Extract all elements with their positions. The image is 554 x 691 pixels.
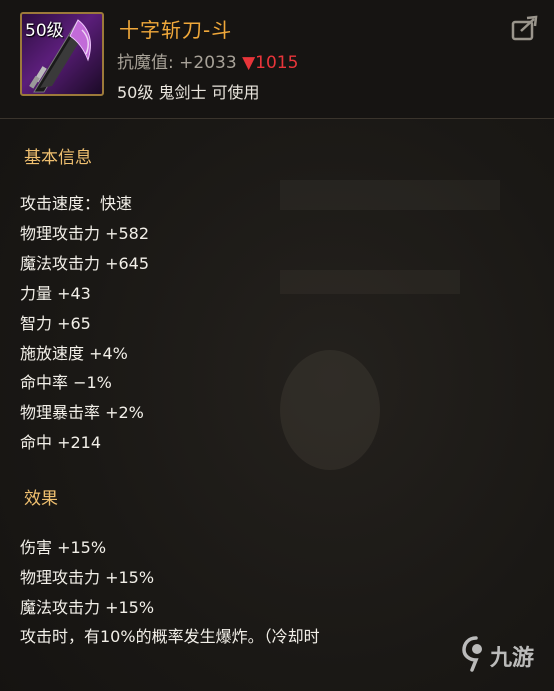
item-tooltip: 50级 十字斩刀-斗 抗魔值: +2033 ▼1015 50级 鬼剑士 可使用 … [0, 0, 554, 691]
tooltip-header: 50级 十字斩刀-斗 抗魔值: +2033 ▼1015 50级 鬼剑士 可使用 [0, 0, 554, 119]
effect-explosion: 攻击时，有10%的概率发生爆炸。（冷却时 [20, 627, 320, 646]
effect-damage: 伤害 +15% [20, 538, 107, 557]
effects-title: 效果 [24, 489, 58, 509]
attr-physical-attack: 物理攻击力 +582 [20, 224, 150, 243]
item-level-badge: 50级 [25, 21, 64, 41]
item-icon-frame[interactable]: 50级 [20, 12, 104, 96]
item-name: 十字斩刀-斗 [119, 18, 233, 42]
attr-hit-rate: 命中率 −1% [20, 373, 112, 392]
class-requirement: 50级 鬼剑士 可使用 [117, 83, 260, 102]
stat-decrease: ▼1015 [242, 53, 299, 73]
attr-attack-speed: 攻击速度：快速 [20, 194, 133, 213]
attr-intelligence: 智力 +65 [20, 314, 91, 333]
anti-magic-stat: 抗魔值: +2033 ▼1015 [117, 48, 298, 73]
background-artwork [280, 180, 500, 470]
effect-physical-attack: 物理攻击力 +15% [20, 568, 155, 587]
jiuyou-logo-icon [462, 636, 482, 672]
attr-hit: 命中 +214 [20, 433, 102, 452]
attr-physical-crit: 物理暴击率 +2% [20, 403, 144, 422]
attr-cast-speed: 施放速度 +4% [20, 344, 128, 363]
basic-info-title: 基本信息 [24, 148, 92, 168]
attr-magic-attack: 魔法攻击力 +645 [20, 254, 150, 273]
watermark-text: 九游 [490, 646, 535, 671]
effect-magic-attack: 魔法攻击力 +15% [20, 598, 155, 617]
stat-value: +2033 [179, 53, 237, 73]
stat-label: 抗魔值: [117, 53, 174, 73]
attr-strength: 力量 +43 [20, 284, 91, 303]
share-icon[interactable] [510, 14, 540, 42]
watermark: 九游 [462, 628, 552, 680]
